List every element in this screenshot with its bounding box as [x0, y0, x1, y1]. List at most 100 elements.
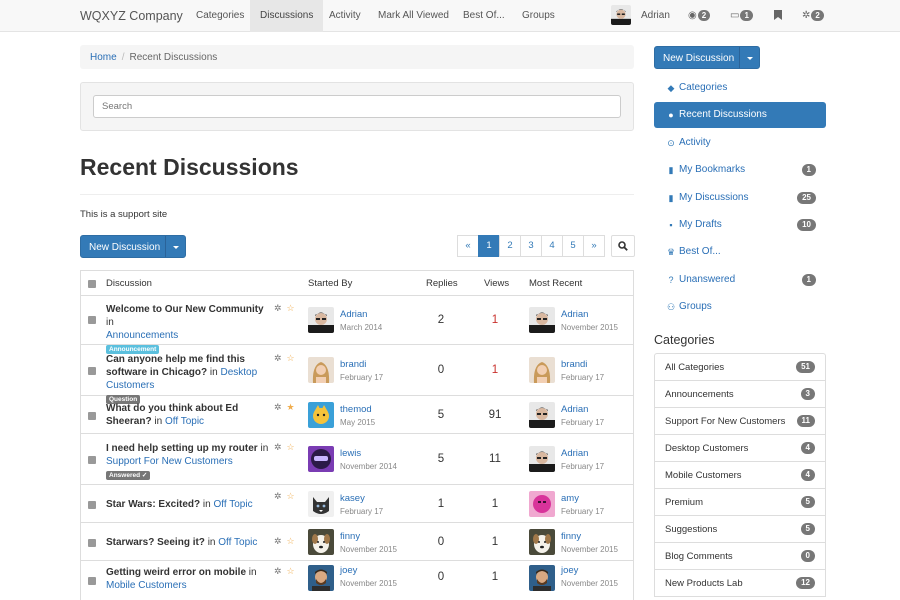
- row-checkbox[interactable]: [88, 412, 96, 420]
- row-checkbox[interactable]: [88, 367, 96, 375]
- avatar[interactable]: [308, 402, 334, 428]
- sidebar-new-discussion-button[interactable]: New Discussion: [654, 46, 760, 69]
- gear-icon[interactable]: ✲: [274, 303, 282, 313]
- table-row[interactable]: I need help setting up my router in Supp…: [81, 435, 633, 485]
- category-item-mobile[interactable]: Mobile Customers 4: [655, 462, 825, 489]
- avatar[interactable]: [529, 565, 555, 591]
- row-checkbox[interactable]: [88, 316, 96, 324]
- caret-down-icon[interactable]: [747, 57, 753, 60]
- avatar[interactable]: [529, 446, 555, 472]
- pager-page-1[interactable]: 1: [478, 235, 500, 257]
- col-most-recent[interactable]: Most Recent: [529, 278, 582, 289]
- started-by-user[interactable]: kasey: [340, 493, 365, 504]
- started-by-user[interactable]: brandi: [340, 359, 366, 370]
- category-item-premium[interactable]: Premium 5: [655, 489, 825, 516]
- new-discussion-button[interactable]: New Discussion: [80, 235, 186, 258]
- avatar[interactable]: [529, 402, 555, 428]
- user-name[interactable]: Adrian: [641, 0, 670, 32]
- caret-down-icon[interactable]: [173, 246, 179, 249]
- pager-prev[interactable]: «: [457, 235, 479, 257]
- sidebar-item-activity[interactable]: ⊙ Activity: [654, 130, 826, 156]
- star-icon[interactable]: ☆: [287, 491, 295, 501]
- search-input[interactable]: [93, 95, 621, 118]
- settings-menu[interactable]: ✲ 2: [802, 10, 824, 22]
- row-checkbox[interactable]: [88, 539, 96, 547]
- sidebar-item-groups[interactable]: ⚇ Groups: [654, 294, 826, 320]
- avatar[interactable]: [308, 307, 334, 333]
- started-by-user[interactable]: lewis: [340, 448, 361, 459]
- sidebar-item-recent-discussions[interactable]: ● Recent Discussions: [654, 102, 826, 128]
- gear-icon[interactable]: ✲: [274, 536, 282, 546]
- discussion-category-link[interactable]: Off Topic: [218, 537, 257, 548]
- category-item-suggestions[interactable]: Suggestions 5: [655, 516, 825, 543]
- avatar[interactable]: [529, 529, 555, 555]
- star-icon[interactable]: ☆: [287, 566, 295, 576]
- col-discussion[interactable]: Discussion: [106, 278, 152, 289]
- discussion-title[interactable]: Starwars? Seeing it? in Off Topic: [106, 536, 276, 549]
- category-item-new-products-lab[interactable]: New Products Lab 12: [655, 570, 825, 597]
- discussion-category-link[interactable]: Mobile Customers: [106, 580, 187, 591]
- avatar[interactable]: [529, 357, 555, 383]
- pager-page-4[interactable]: 4: [541, 235, 563, 257]
- avatar[interactable]: [529, 307, 555, 333]
- table-row[interactable]: Can anyone help me find this software in…: [81, 346, 633, 404]
- sidebar-item-best-of[interactable]: ♛ Best Of...: [654, 239, 826, 265]
- brand-logo[interactable]: WQXYZ Company: [80, 9, 183, 23]
- pager-next[interactable]: »: [583, 235, 605, 257]
- star-icon[interactable]: ☆: [287, 303, 295, 313]
- gear-icon[interactable]: ✲: [274, 442, 282, 452]
- avatar[interactable]: [308, 357, 334, 383]
- sidebar-item-my-discussions[interactable]: ▮ My Discussions 25: [654, 185, 826, 211]
- discussion-title[interactable]: Star Wars: Excited? in Off Topic: [106, 498, 276, 511]
- avatar[interactable]: [308, 565, 334, 591]
- table-row[interactable]: Getting weird error on mobile in Mobile …: [81, 562, 633, 600]
- avatar[interactable]: [308, 491, 334, 517]
- discussion-category-link[interactable]: Support For New Customers: [106, 456, 233, 467]
- row-checkbox[interactable]: [88, 577, 96, 585]
- nav-tab-discussions[interactable]: Discussions: [250, 0, 324, 32]
- bookmarks-menu[interactable]: [774, 10, 782, 24]
- row-checkbox[interactable]: [88, 501, 96, 509]
- avatar[interactable]: [308, 446, 334, 472]
- started-by-user[interactable]: joey: [340, 565, 357, 576]
- gear-icon[interactable]: ✲: [274, 491, 282, 501]
- table-row[interactable]: What do you think about Ed Sheeran? in O…: [81, 397, 633, 434]
- inbox-menu[interactable]: ▭ 1: [730, 10, 753, 22]
- category-item-desktop[interactable]: Desktop Customers 4: [655, 435, 825, 462]
- star-icon[interactable]: ☆: [287, 353, 295, 363]
- recent-user[interactable]: Adrian: [561, 309, 588, 320]
- sidebar-item-my-drafts[interactable]: ▪ My Drafts 10: [654, 212, 826, 238]
- discussion-category-link[interactable]: Off Topic: [213, 499, 252, 510]
- gear-icon[interactable]: ✲: [274, 402, 282, 412]
- discussion-category-link[interactable]: Off Topic: [165, 416, 204, 427]
- started-by-user[interactable]: Adrian: [340, 309, 367, 320]
- table-row[interactable]: Starwars? Seeing it? in Off Topic ✲ ☆ fin…: [81, 524, 633, 561]
- avatar[interactable]: [529, 491, 555, 517]
- sidebar-item-categories[interactable]: ◆ Categories: [654, 75, 826, 101]
- discussion-category-link[interactable]: Announcements: [106, 330, 178, 341]
- discussion-title[interactable]: Getting weird error on mobile in Mobile …: [106, 566, 271, 592]
- nav-tab-groups[interactable]: Groups: [512, 0, 565, 32]
- sidebar-item-unanswered[interactable]: ? Unanswered 1: [654, 267, 826, 293]
- category-item-all[interactable]: All Categories 51: [655, 354, 825, 381]
- pager-page-3[interactable]: 3: [520, 235, 542, 257]
- table-row[interactable]: Star Wars: Excited? in Off Topic ✲ ☆ kase…: [81, 486, 633, 523]
- col-views[interactable]: Views: [484, 278, 509, 289]
- category-item-support[interactable]: Support For New Customers 11: [655, 408, 825, 435]
- discussion-title[interactable]: I need help setting up my router in Supp…: [106, 442, 271, 481]
- recent-user[interactable]: Adrian: [561, 448, 588, 459]
- discussion-title[interactable]: What do you think about Ed Sheeran? in O…: [106, 402, 271, 428]
- gear-icon[interactable]: ✲: [274, 566, 282, 576]
- category-item-announcements[interactable]: Announcements 3: [655, 381, 825, 408]
- star-icon[interactable]: ☆: [287, 536, 295, 546]
- star-icon[interactable]: ☆: [287, 442, 295, 452]
- table-row[interactable]: Welcome to Our New Community in Announce…: [81, 296, 633, 354]
- recent-user[interactable]: finny: [561, 531, 581, 542]
- started-by-user[interactable]: finny: [340, 531, 360, 542]
- recent-user[interactable]: Adrian: [561, 404, 588, 415]
- col-replies[interactable]: Replies: [426, 278, 458, 289]
- breadcrumb-home[interactable]: Home: [90, 52, 117, 63]
- notifications-menu[interactable]: ◉ 2: [688, 10, 711, 22]
- pager-search-button[interactable]: [611, 235, 635, 257]
- gear-icon[interactable]: ✲: [274, 353, 282, 363]
